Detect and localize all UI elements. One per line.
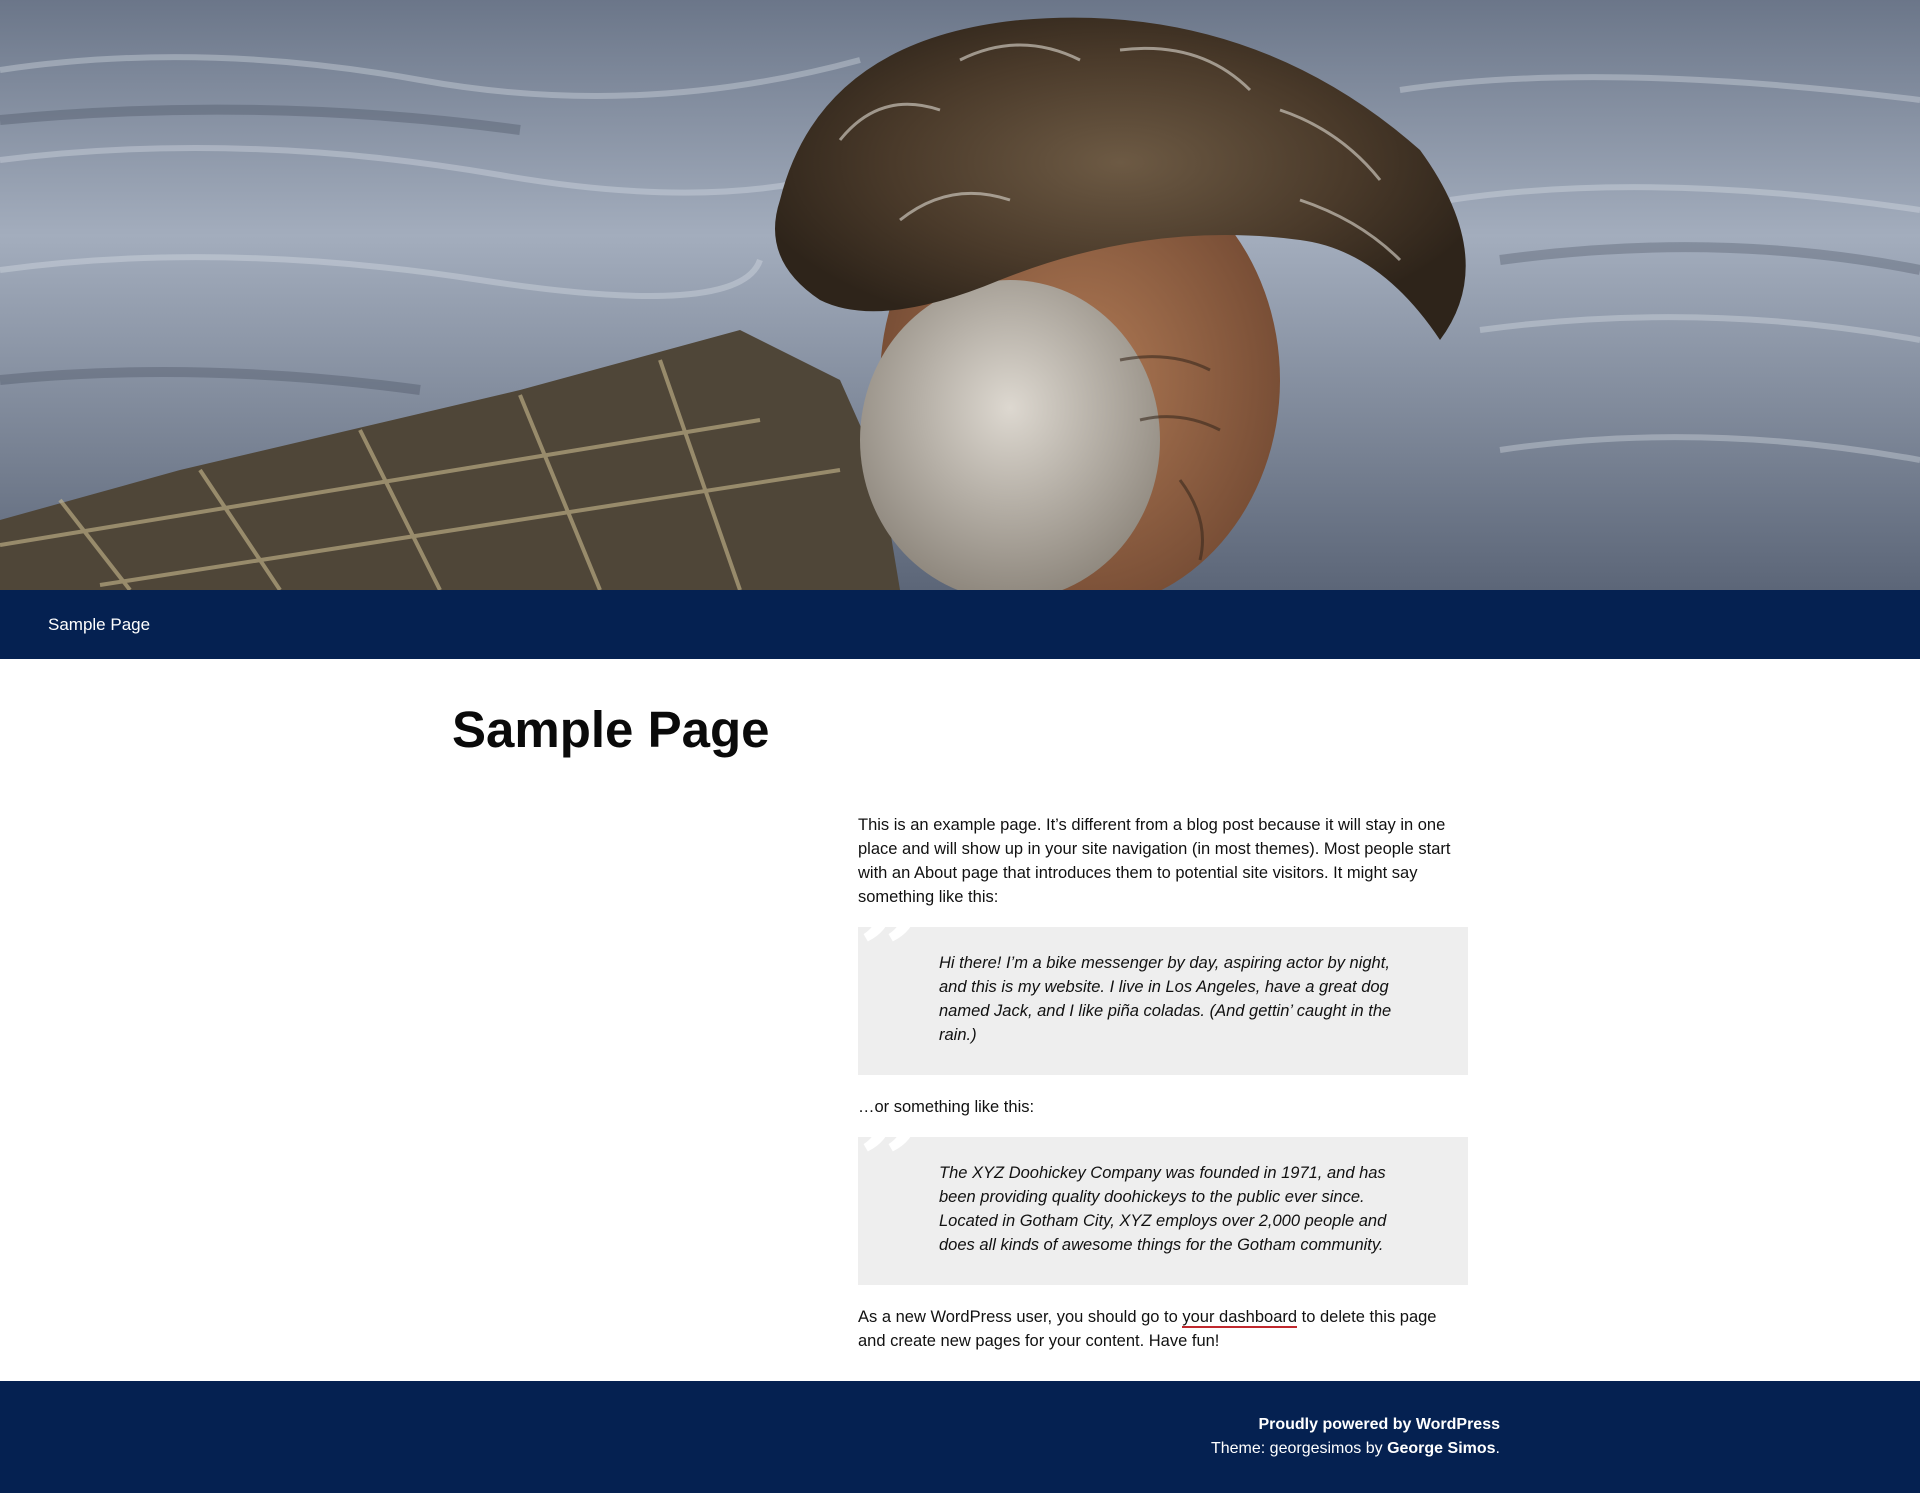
quote-mark-icon: ” [860, 887, 924, 1016]
outro-paragraph: As a new WordPress user, you should go t… [858, 1305, 1468, 1353]
blockquote-2-text: The XYZ Doohickey Company was founded in… [939, 1164, 1387, 1254]
quote-mark-icon: ” [860, 1097, 924, 1226]
blockquote-2: ” The XYZ Doohickey Company was founded … [858, 1107, 1468, 1285]
header-photo [0, 0, 1920, 590]
theme-author-link[interactable]: George Simos [1387, 1440, 1495, 1457]
outro-text-before: As a new WordPress user, you should go t… [858, 1308, 1183, 1326]
intro-paragraph: This is an example page. It’s different … [858, 816, 1451, 906]
middle-paragraph: …or something like this: [858, 1098, 1035, 1116]
powered-by-wordpress-link[interactable]: Proudly powered by WordPress [1258, 1416, 1500, 1433]
theme-label: Theme: georgesimos by [1210, 1440, 1388, 1457]
footer-credits: Proudly powered by WordPress Theme: geor… [1211, 1413, 1500, 1461]
blockquote-1: ” Hi there! I’m a bike messenger by day,… [858, 897, 1468, 1075]
page-content: This is an example page. It’s different … [858, 813, 1468, 1371]
blockquote-1-text: Hi there! I’m a bike messenger by day, a… [939, 954, 1392, 1044]
nav-item-sample-page[interactable]: Sample Page [48, 590, 150, 659]
page-title: Sample Page [452, 701, 770, 758]
dashboard-link[interactable]: your dashboard [1182, 1308, 1298, 1328]
header-image [0, 0, 1920, 590]
primary-navigation: Sample Page [0, 590, 1920, 659]
site-footer: Proudly powered by WordPress Theme: geor… [0, 1381, 1920, 1493]
theme-suffix: . [1495, 1440, 1500, 1457]
